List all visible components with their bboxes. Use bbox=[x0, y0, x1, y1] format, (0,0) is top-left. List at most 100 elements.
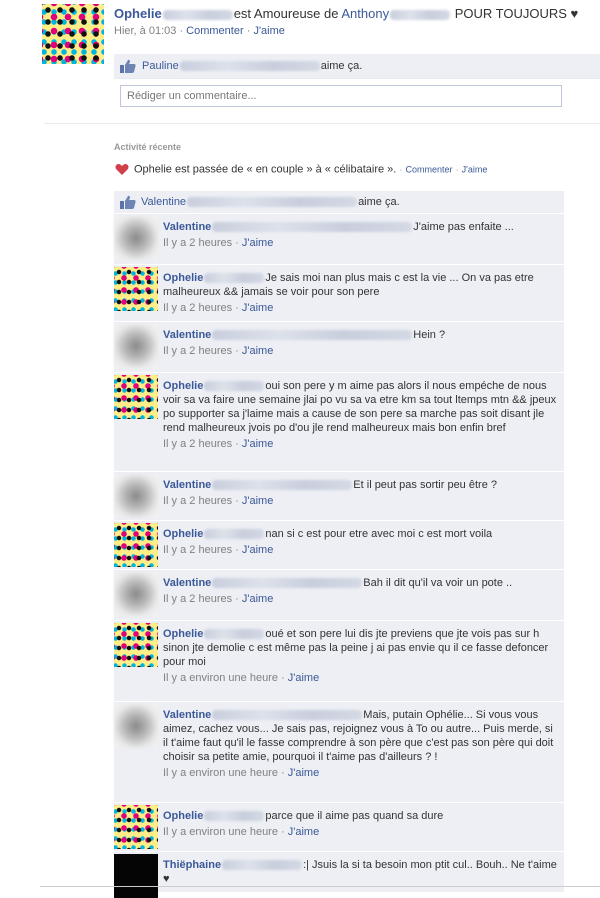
like-link[interactable]: J'aime bbox=[242, 345, 273, 357]
comment-meta: Il y a 2 heures · J'aime bbox=[163, 301, 558, 315]
comment-meta: Il y a environ une heure · J'aime bbox=[163, 766, 558, 780]
comment-item: Ophelie oué et son pere lui dis jte previ… bbox=[114, 621, 564, 702]
activity-text: Ophelie est passée de « en couple » à « … bbox=[134, 163, 397, 176]
timestamp: Il y a 2 heures bbox=[163, 345, 233, 357]
likes-suffix: aime ça. bbox=[358, 196, 400, 208]
comment-body: Ophelie nan si c est pour etre avec moi c… bbox=[163, 521, 564, 563]
separator: · bbox=[179, 25, 184, 37]
comment-link[interactable]: Commenter bbox=[405, 164, 452, 174]
like-link[interactable]: J'aime bbox=[242, 593, 273, 605]
separator: · bbox=[232, 438, 242, 450]
likes-text: Valentine aime ça. bbox=[141, 196, 400, 208]
redacted-name bbox=[222, 860, 303, 871]
comment-text: parce que il aime pas quand sa dure bbox=[265, 810, 444, 822]
timestamp: Hier, à 01:03 bbox=[114, 25, 177, 37]
comment-meta: Il y a environ une heure · J'aime bbox=[163, 825, 558, 839]
like-link[interactable]: J'aime bbox=[242, 237, 273, 249]
separator: · bbox=[277, 767, 288, 779]
like-link[interactable]: J'aime bbox=[242, 544, 273, 556]
comment-author[interactable]: Thiëphaine bbox=[163, 859, 221, 871]
avatar[interactable] bbox=[114, 267, 158, 311]
comment-author[interactable]: Valentine bbox=[163, 709, 211, 721]
avatar[interactable] bbox=[114, 623, 158, 667]
redacted-name bbox=[162, 9, 233, 20]
comment-author[interactable]: Valentine bbox=[163, 221, 211, 233]
like-link[interactable]: J'aime bbox=[242, 495, 273, 507]
comment-body: Ophelie parce que il aime pas quand sa du… bbox=[163, 803, 564, 845]
comment-list: Valentine J'aime pas enfaite ... Il y a 2 … bbox=[114, 214, 564, 898]
comment-author[interactable]: Ophelie bbox=[163, 272, 203, 284]
separator: · bbox=[277, 826, 288, 838]
comment-meta: Il y a 2 heures · J'aime bbox=[163, 494, 558, 508]
avatar[interactable] bbox=[42, 4, 104, 64]
status-text: est Amoureuse de bbox=[233, 6, 339, 21]
comment-link[interactable]: Commenter bbox=[186, 25, 243, 37]
status-suffix: POUR TOUJOURS ♥ bbox=[454, 6, 579, 21]
comment-author[interactable]: Valentine bbox=[163, 479, 211, 491]
tagged-name[interactable]: Anthony bbox=[341, 6, 389, 21]
like-link[interactable]: J'aime bbox=[253, 25, 284, 37]
avatar[interactable] bbox=[114, 805, 158, 849]
comment-author[interactable]: Ophelie bbox=[163, 810, 203, 822]
like-link[interactable]: J'aime bbox=[462, 164, 488, 174]
like-link[interactable]: J'aime bbox=[288, 826, 319, 838]
separator: · bbox=[232, 593, 242, 605]
activity-item: Ophelie est passée de « en couple » à « … bbox=[114, 163, 594, 176]
redacted-name bbox=[187, 197, 358, 208]
likes-suffix: aime ça. bbox=[320, 60, 363, 72]
timestamp: Il y a 2 heures bbox=[163, 438, 233, 450]
comment-item: Ophelie nan si c est pour etre avec moi c… bbox=[114, 521, 564, 570]
separator: · bbox=[232, 302, 242, 314]
separator: · bbox=[246, 25, 251, 37]
status-post: Ophelie est Amoureuse de Anthony POUR TOU… bbox=[40, 0, 600, 122]
like-link[interactable]: J'aime bbox=[288, 672, 319, 684]
avatar[interactable] bbox=[114, 324, 158, 368]
avatar[interactable] bbox=[114, 704, 158, 748]
redacted-name bbox=[212, 710, 363, 721]
comment-meta: Il y a environ une heure · J'aime bbox=[163, 671, 558, 685]
avatar[interactable] bbox=[114, 375, 158, 419]
avatar[interactable] bbox=[114, 474, 158, 518]
comment-author[interactable]: Valentine bbox=[163, 329, 211, 341]
redacted-name bbox=[212, 480, 353, 491]
comment-meta: Il y a 2 heures · J'aime bbox=[163, 236, 558, 250]
like-link[interactable]: J'aime bbox=[242, 438, 273, 450]
comment-item: Valentine Mais, putain Ophélie... Si vous… bbox=[114, 702, 564, 803]
activity-label: Activité récente bbox=[114, 142, 182, 152]
like-link[interactable]: J'aime bbox=[288, 767, 319, 779]
comment-body: Ophelie Je sais moi nan plus mais c est l… bbox=[163, 265, 564, 321]
avatar[interactable] bbox=[114, 854, 158, 898]
liker-name[interactable]: Pauline bbox=[142, 60, 179, 72]
liker-name[interactable]: Valentine bbox=[141, 196, 186, 208]
separator: · bbox=[232, 544, 242, 556]
timestamp: Il y a 2 heures bbox=[163, 593, 233, 605]
avatar[interactable] bbox=[114, 523, 158, 567]
redacted-name bbox=[390, 9, 451, 20]
thumbs-up-icon bbox=[120, 195, 136, 209]
avatar[interactable] bbox=[114, 216, 158, 260]
like-link[interactable]: J'aime bbox=[242, 302, 273, 314]
comment-text: J'aime pas enfaite ... bbox=[413, 221, 514, 233]
redacted-name bbox=[204, 381, 265, 392]
comment-author[interactable]: Valentine bbox=[163, 577, 211, 589]
comment-author[interactable]: Ophelie bbox=[163, 628, 203, 640]
comment-item: Valentine Bah il dit qu'il va voir un pot… bbox=[114, 570, 564, 621]
comment-text: nan si c est pour etre avec moi c est mo… bbox=[265, 528, 493, 540]
avatar[interactable] bbox=[114, 572, 158, 616]
separator: · bbox=[232, 345, 242, 357]
comment-author[interactable]: Ophelie bbox=[163, 380, 203, 392]
status-meta: Hier, à 01:03 · Commenter · J'aime bbox=[114, 25, 594, 37]
divider bbox=[44, 123, 600, 124]
timestamp: Il y a 2 heures bbox=[163, 237, 233, 249]
timestamp: Il y a environ une heure bbox=[163, 826, 278, 838]
comment-body: Valentine Hein ? Il y a 2 heures · J'aime bbox=[163, 322, 564, 364]
author-name[interactable]: Ophelie bbox=[114, 6, 162, 21]
comment-body: Ophelie oui son pere y m aime pas alors i… bbox=[163, 373, 564, 457]
separator: · bbox=[277, 672, 288, 684]
status-line: Ophelie est Amoureuse de Anthony POUR TOU… bbox=[114, 6, 594, 21]
comment-body: Ophelie oué et son pere lui dis jte previ… bbox=[163, 621, 564, 691]
comment-input[interactable]: Rédiger un commentaire... bbox=[120, 85, 562, 107]
redacted-name bbox=[212, 578, 363, 589]
timestamp: Il y a 2 heures bbox=[163, 302, 233, 314]
comment-author[interactable]: Ophelie bbox=[163, 528, 203, 540]
